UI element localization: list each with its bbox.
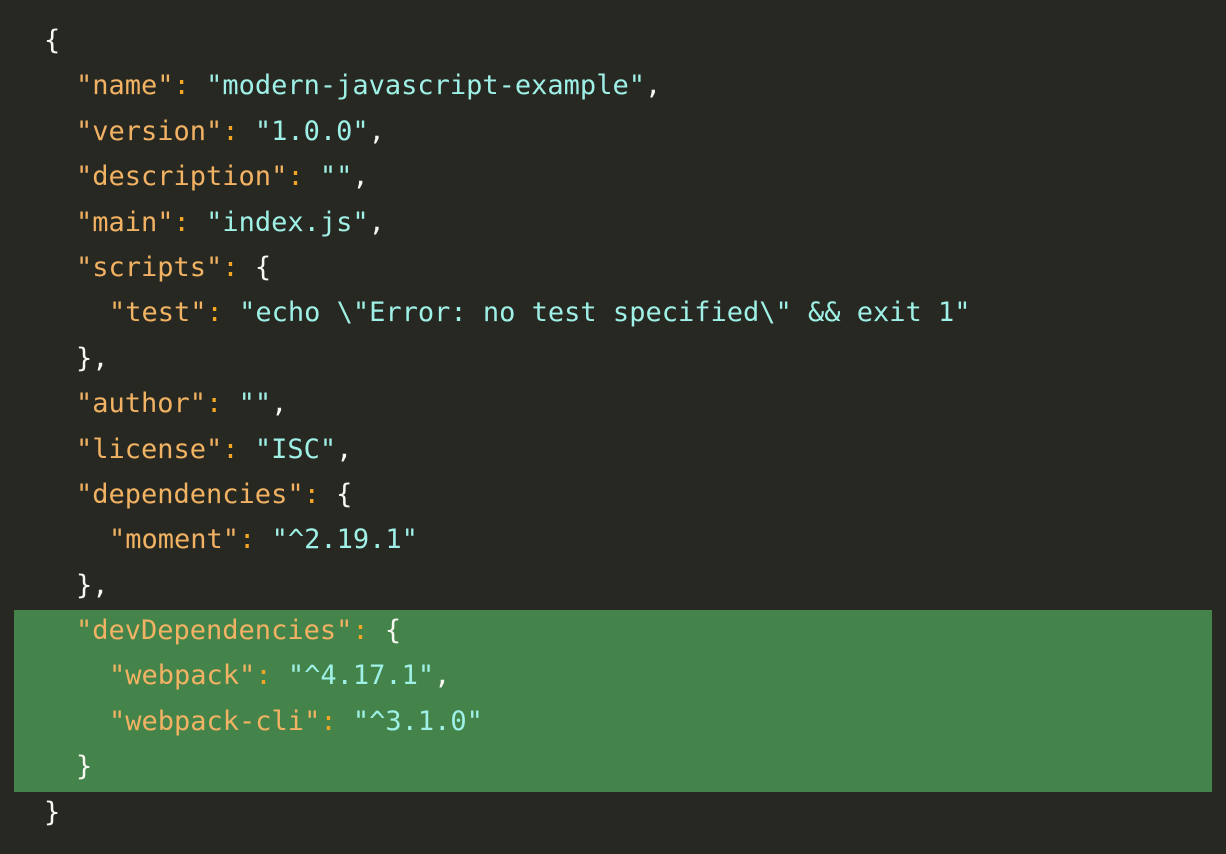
json-colon: : <box>287 161 320 193</box>
json-colon: : <box>239 524 272 556</box>
json-key: "test" <box>109 297 207 329</box>
code-lines: { "name": "modern-javascript-example", "… <box>44 18 971 835</box>
code-line-version: "version": "1.0.0", <box>44 109 971 154</box>
code-line-description: "description": "", <box>44 154 971 199</box>
code-line-scripts: "scripts": { <box>44 245 971 290</box>
json-punct: , <box>352 161 369 193</box>
json-value: "^4.17.1" <box>287 660 435 692</box>
json-value: "" <box>319 161 353 193</box>
json-value: "^2.19.1" <box>271 524 418 556</box>
json-punct: }, <box>76 342 109 374</box>
open-brace: { <box>44 25 61 56</box>
json-punct: } <box>76 751 93 783</box>
json-key: "description" <box>76 161 288 193</box>
json-punct: , <box>644 70 662 102</box>
code-line-moment: "moment": "^2.19.1" <box>44 517 971 562</box>
json-value: "ISC" <box>254 433 337 465</box>
close-brace: } <box>44 796 61 828</box>
json-punct: , <box>368 115 385 147</box>
code-line-author: "author": "", <box>44 381 971 426</box>
json-punct: , <box>336 433 353 465</box>
code-editor: { "name": "modern-javascript-example", "… <box>0 0 1226 854</box>
json-key: "license" <box>76 433 223 465</box>
code-line-dependencies: "dependencies": { <box>44 472 971 517</box>
json-value: "echo \"Error: no test specified\" && ex… <box>239 297 971 329</box>
code-line-test: "test": "echo \"Error: no test specified… <box>44 290 971 335</box>
code-line-dependencies-close: }, <box>44 563 971 608</box>
code-line-open-brace: { <box>44 18 971 63</box>
json-colon: : <box>255 660 288 692</box>
json-key: "webpack-cli" <box>109 705 321 737</box>
code-line-webpack: "webpack": "^4.17.1", <box>44 653 971 698</box>
json-key: "main" <box>76 206 174 238</box>
code-line-license: "license": "ISC", <box>44 427 971 472</box>
json-value: "1.0.0" <box>254 115 369 147</box>
json-colon: : <box>352 615 385 647</box>
json-punct: { <box>336 478 353 510</box>
json-key: "webpack" <box>109 660 256 692</box>
json-key: "dependencies" <box>76 478 304 510</box>
json-key: "scripts" <box>76 251 223 283</box>
json-key: "name" <box>76 70 174 102</box>
json-value: "index.js" <box>206 206 369 238</box>
code-line-name: "name": "modern-javascript-example", <box>44 63 971 108</box>
json-punct: , <box>434 660 451 692</box>
json-key: "version" <box>76 115 223 147</box>
json-punct: { <box>254 251 272 283</box>
json-key: "moment" <box>109 524 240 556</box>
json-value: "modern-javascript-example" <box>206 70 645 102</box>
json-colon: : <box>303 478 337 510</box>
code-line-scripts-close: }, <box>44 336 971 381</box>
json-colon: : <box>206 388 239 420</box>
code-line-devdependencies: "devDependencies": { <box>44 608 971 653</box>
json-value: "^3.1.0" <box>352 705 483 737</box>
code-line-devdependencies-close: } <box>44 744 971 789</box>
json-key: "author" <box>76 388 207 420</box>
json-colon: : <box>222 251 255 283</box>
json-colon: : <box>320 705 353 737</box>
json-colon: : <box>173 70 207 102</box>
json-punct: }, <box>76 569 109 601</box>
json-colon: : <box>222 433 255 465</box>
json-punct: , <box>271 388 288 420</box>
code-line-main: "main": "index.js", <box>44 200 971 245</box>
json-value: "" <box>238 388 272 420</box>
code-line-close-brace: } <box>44 790 971 835</box>
json-punct: { <box>384 615 402 647</box>
code-line-webpack-cli: "webpack-cli": "^3.1.0" <box>44 699 971 744</box>
json-colon: : <box>173 206 207 238</box>
json-colon: : <box>222 115 255 147</box>
json-key: "devDependencies" <box>76 615 353 647</box>
json-colon: : <box>206 297 240 329</box>
json-punct: , <box>368 206 385 238</box>
